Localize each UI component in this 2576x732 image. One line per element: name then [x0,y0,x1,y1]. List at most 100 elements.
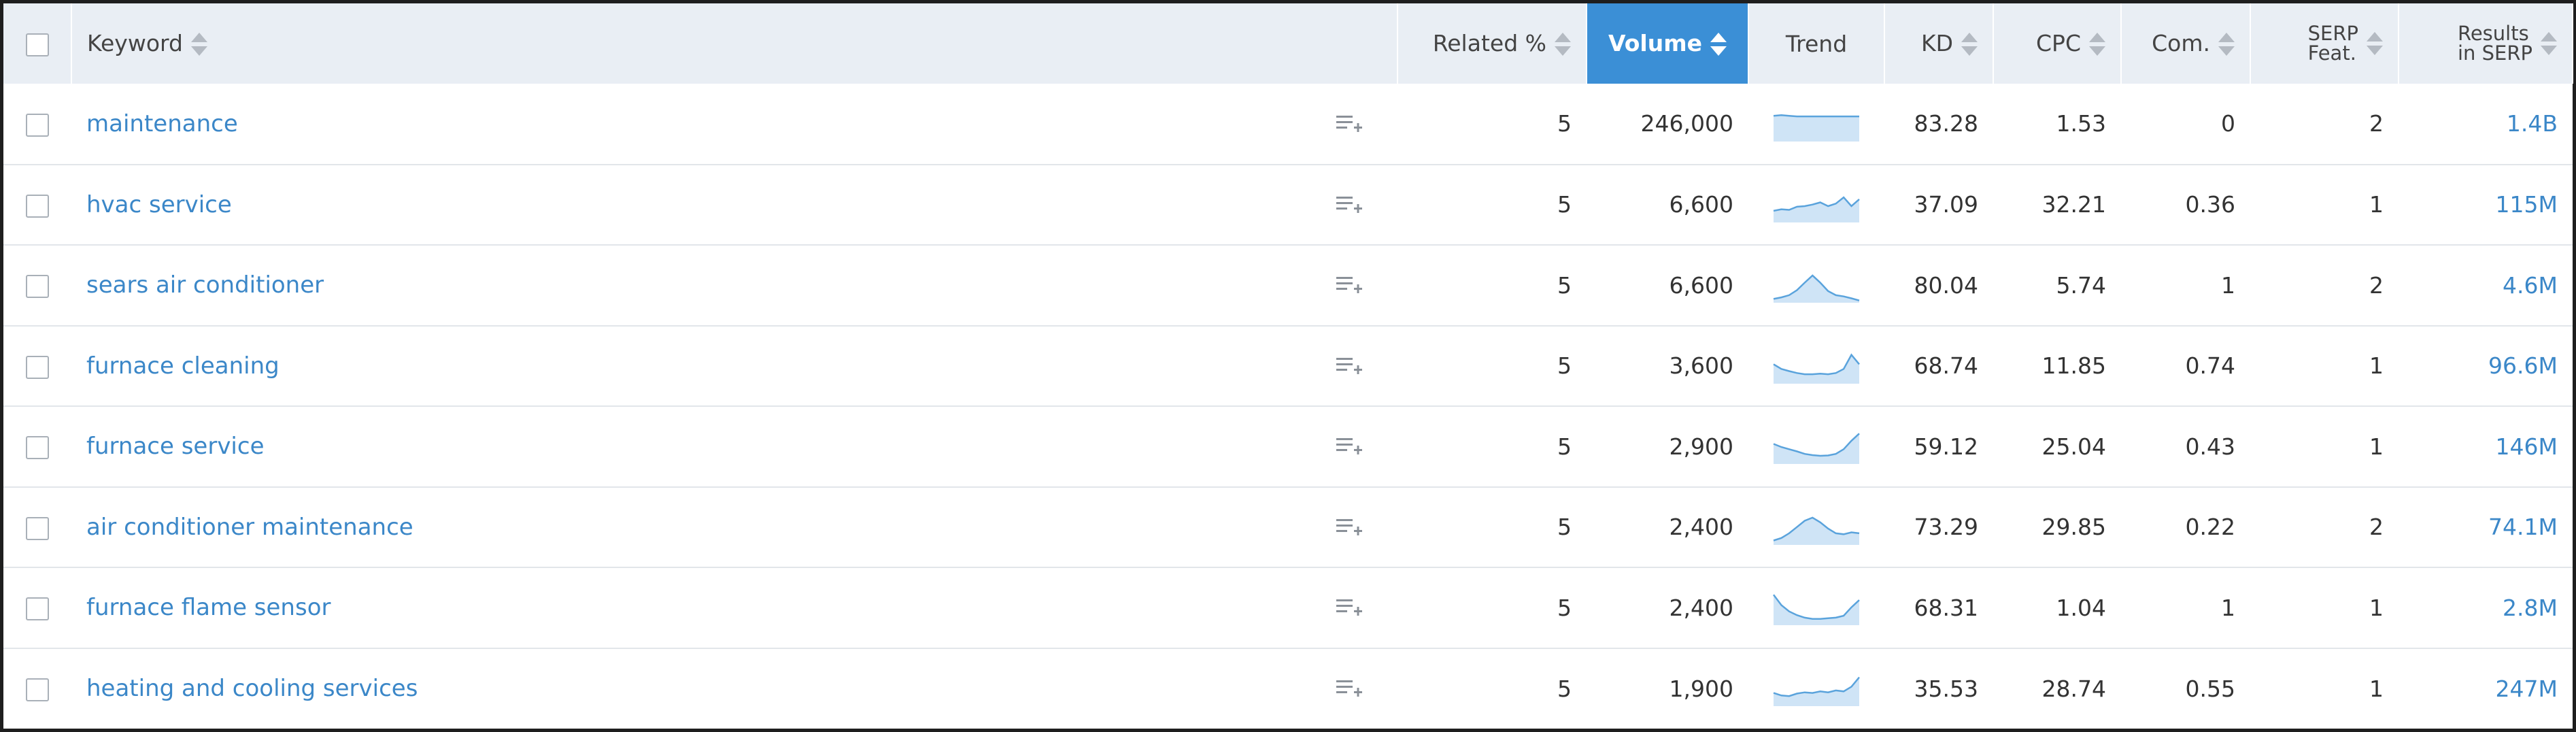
related-column-header[interactable]: Related % [1397,3,1587,84]
sort-arrows-icon[interactable] [2541,31,2557,56]
cpc-cell: 1.04 [2056,594,2106,621]
trend-cell [1748,406,1884,487]
keyword-cell: air conditioner maintenance [71,487,1397,568]
cpc-cell: 25.04 [2041,433,2106,460]
results-header-line2: in SERP [2457,41,2532,65]
kd-cell: 68.74 [1914,352,1978,380]
keyword-link[interactable]: maintenance [86,110,238,137]
sort-arrows-icon[interactable] [2367,31,2383,56]
row-checkbox[interactable] [26,678,49,702]
results-link[interactable]: 74.1M [2488,514,2558,540]
results-link[interactable]: 96.6M [2488,352,2558,379]
row-checkbox[interactable] [26,275,49,299]
volume-cell: 246,000 [1640,110,1733,137]
list-add-icon[interactable] [1336,114,1363,134]
cpc-cell: 28.74 [2041,675,2106,702]
com-cell: 0 [2221,110,2235,137]
trend-cell [1748,165,1884,246]
results-cell: 74.1M [2399,487,2573,568]
serp-features-cell: 1 [2369,191,2384,218]
cpc-cell: 32.21 [2041,191,2106,218]
com-cell: 0.55 [2185,675,2235,702]
kd-cell: 59.12 [1914,433,1978,460]
cpc-cell: 5.74 [2056,271,2106,299]
com-column-header[interactable]: Com. [2121,3,2251,84]
results-link[interactable]: 4.6M [2503,272,2558,299]
results-link[interactable]: 247M [2496,676,2558,702]
sort-arrows-icon[interactable] [2218,31,2235,57]
table-row: air conditioner maintenance 5 2,400 73.2… [3,487,2573,568]
keyword-link[interactable]: heating and cooling services [86,675,418,702]
trend-sparkline [1773,594,1860,626]
results-link[interactable]: 2.8M [2503,595,2558,621]
list-add-icon[interactable] [1336,517,1363,537]
kd-cell: 37.09 [1914,191,1978,218]
related-cell: 5 [1557,594,1572,621]
keyword-link[interactable]: air conditioner maintenance [86,514,413,541]
keyword-link[interactable]: furnace flame sensor [86,594,331,621]
results-header-label: Results in SERP [2458,24,2532,63]
cpc-cell: 11.85 [2041,352,2106,380]
row-checkbox[interactable] [26,516,49,540]
list-add-icon[interactable] [1336,597,1363,618]
related-cell: 5 [1557,110,1572,137]
kd-cell: 80.04 [1914,271,1978,299]
trend-area [1774,517,1859,545]
list-add-icon[interactable] [1336,356,1363,376]
row-checkbox[interactable] [26,597,49,621]
kd-cell: 73.29 [1914,514,1978,541]
com-header-label: Com. [2152,29,2210,56]
row-checkbox[interactable] [26,355,49,379]
results-link[interactable]: 115M [2496,191,2558,218]
sort-arrows-icon[interactable] [1555,31,1571,57]
select-all-checkbox[interactable] [25,33,49,56]
serp-features-column-header[interactable]: SERP Feat. [2250,3,2399,84]
keyword-column-header[interactable]: Keyword [71,3,1398,84]
kd-cell: 35.53 [1914,675,1978,702]
keyword-link[interactable]: furnace service [86,433,265,460]
keyword-cell: heating and cooling services [71,648,1397,729]
row-checkbox[interactable] [26,113,49,137]
row-checkbox[interactable] [26,194,49,218]
trend-cell [1748,567,1884,648]
keyword-link[interactable]: hvac service [86,191,232,218]
cpc-cell: 29.85 [2041,514,2106,541]
trend-cell [1748,487,1884,568]
results-cell: 4.6M [2399,245,2573,326]
list-add-icon[interactable] [1336,436,1363,456]
kd-cell: 68.31 [1914,594,1978,621]
table-row: hvac service 5 6,600 37.09 32.21 0.36 1 … [3,165,2573,246]
serp-features-cell: 1 [2369,352,2384,380]
row-select-cell [3,165,71,246]
kd-header-label: KD [1920,29,1953,56]
sort-arrows-icon[interactable] [190,31,207,57]
keyword-link[interactable]: sears air conditioner [86,271,324,299]
kd-cell: 83.28 [1914,110,1978,137]
results-link[interactable]: 1.4B [2507,110,2558,137]
results-cell: 247M [2399,648,2573,729]
trend-sparkline [1773,516,1860,545]
kd-column-header[interactable]: KD [1884,3,1994,84]
keyword-cell: furnace flame sensor [71,567,1397,648]
list-add-icon[interactable] [1336,678,1363,699]
keyword-link[interactable]: furnace cleaning [86,352,279,380]
trend-area [1774,115,1859,142]
row-select-cell [3,567,71,648]
list-add-icon[interactable] [1336,275,1363,295]
list-add-icon[interactable] [1336,195,1363,215]
results-cell: 2.8M [2399,567,2573,648]
results-column-header[interactable]: Results in SERP [2399,3,2573,84]
sort-arrows-icon[interactable] [2089,31,2105,57]
com-cell: 0.43 [2185,433,2235,460]
trend-cell [1748,245,1884,326]
table-row: furnace service 5 2,900 59.12 25.04 0.43… [3,406,2573,487]
row-checkbox[interactable] [26,436,49,460]
sort-arrows-icon[interactable] [1710,31,1727,57]
results-link[interactable]: 146M [2496,433,2558,460]
serp-header-line2: Feat. [2307,41,2356,65]
com-cell: 1 [2221,594,2235,621]
keyword-cell: hvac service [71,165,1397,246]
volume-column-header[interactable]: Volume [1587,3,1749,84]
sort-arrows-icon[interactable] [1961,31,1978,57]
cpc-column-header[interactable]: CPC [1993,3,2122,84]
